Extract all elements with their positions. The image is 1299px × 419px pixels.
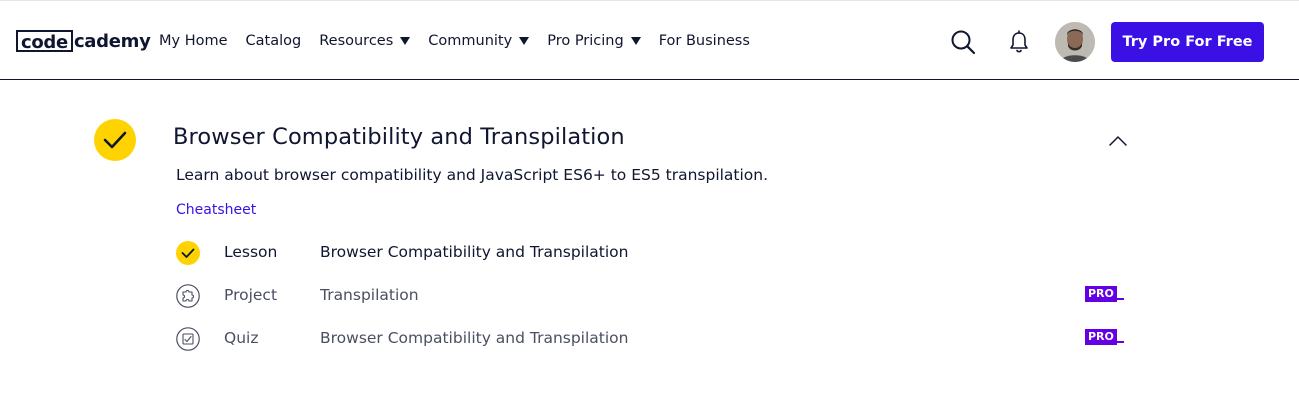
chevron-up-icon[interactable] [1108,133,1128,147]
nav-my-home[interactable]: My Home [159,29,228,53]
pro-badge: PRO [1085,286,1117,302]
item-type-label: Project [224,286,278,304]
item-name-label: Transpilation [320,286,419,304]
try-pro-button[interactable]: Try Pro For Free [1111,22,1264,62]
nav-community-label: Community [428,33,513,49]
quiz-icon [176,327,200,351]
caret-down-icon [519,37,530,45]
pro-badge-underline [1117,341,1124,343]
main-nav: My Home Catalog Resources Community Pro … [159,29,768,53]
item-name-label: Browser Compatibility and Transpilation [320,329,629,347]
codecademy-logo[interactable]: code cademy [16,28,151,54]
nav-resources[interactable]: Resources [319,29,411,53]
nav-resources-label: Resources [319,33,394,49]
pro-badge: PRO [1085,329,1117,345]
caret-down-icon [630,37,641,45]
list-item-lesson[interactable]: Lesson Browser Compatibility and Transpi… [176,241,1136,267]
top-header: code cademy My Home Catalog Resources Co… [0,0,1299,80]
check-icon [176,241,200,265]
nav-pro-pricing[interactable]: Pro Pricing [547,29,641,53]
nav-for-business-label: For Business [658,33,750,49]
cheatsheet-link[interactable]: Cheatsheet [176,202,256,218]
item-type-label: Lesson [224,243,278,261]
nav-catalog[interactable]: Catalog [246,29,302,53]
list-item-project[interactable]: Project Transpilation PRO [176,284,1136,310]
nav-catalog-label: Catalog [245,33,302,49]
nav-my-home-label: My Home [159,33,228,49]
module-title: Browser Compatibility and Transpilation [173,124,625,150]
user-avatar[interactable] [1055,22,1095,62]
module-description: Learn about browser compatibility and Ja… [176,166,769,184]
nav-pro-pricing-label: Pro Pricing [547,33,624,49]
logo-box-text: code [16,30,73,53]
item-name-label: Browser Compatibility and Transpilation [320,243,629,261]
list-item-quiz[interactable]: Quiz Browser Compatibility and Transpila… [176,327,1136,353]
pro-badge-underline [1117,298,1124,300]
nav-community[interactable]: Community [428,29,530,53]
nav-for-business[interactable]: For Business [659,29,750,53]
item-type-label: Quiz [224,329,259,347]
puzzle-icon [176,284,200,308]
caret-down-icon [400,37,411,45]
logo-rest-text: cademy [73,30,151,52]
bell-icon[interactable] [1008,30,1030,54]
search-icon[interactable] [950,29,976,55]
module-complete-check-icon [94,119,136,161]
